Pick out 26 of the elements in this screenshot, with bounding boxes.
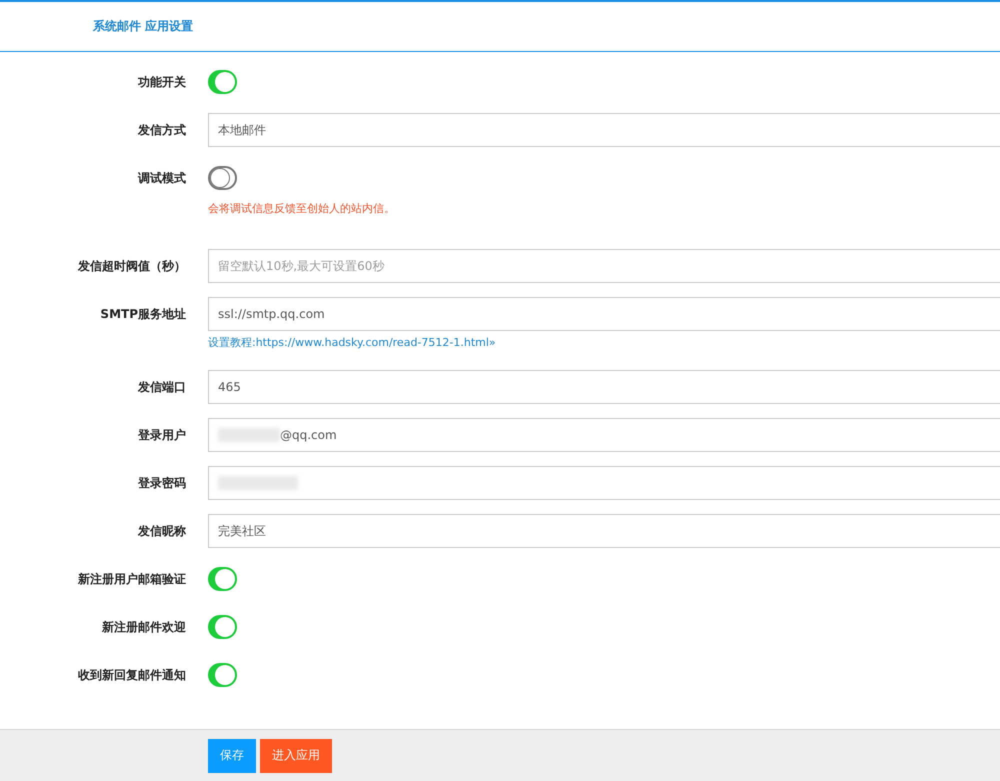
input-field[interactable]: 完美社区 (208, 514, 1000, 548)
field-label: 调试模式 (136, 170, 186, 187)
field-label: 发信昵称 (136, 523, 186, 540)
tutorial-link[interactable]: 设置教程:https://www.hadsky.com/read-7512-1.html» (208, 336, 1000, 350)
toggle-switch[interactable] (208, 567, 237, 591)
input-field[interactable] (208, 466, 1000, 500)
toggle-switch[interactable] (208, 615, 237, 639)
toggle-switch[interactable] (208, 663, 237, 687)
field-label: 发信超时阀值（秒） (76, 258, 186, 275)
field-label: 新注册用户邮箱验证 (77, 571, 186, 588)
toggle-switch[interactable] (208, 70, 237, 94)
field-label: 登录密码 (136, 475, 186, 492)
field-label: 功能开关 (137, 74, 186, 91)
select-field[interactable]: 本地邮件 (208, 113, 1000, 147)
page-title: 系统邮件 应用设置 (93, 18, 194, 35)
field-label: SMTP服务地址 (99, 306, 186, 323)
warning-text: 会将调试信息反馈至创始人的站内信。 (208, 202, 396, 216)
field-label: 登录用户 (136, 427, 186, 444)
input-field[interactable]: @qq.com (208, 418, 1000, 452)
field-label: 收到新回复邮件通知 (77, 667, 186, 684)
field-label: 新注册邮件欢迎 (101, 619, 186, 636)
toggle-switch[interactable] (208, 166, 237, 190)
input-field[interactable]: ssl://smtp.qq.com (208, 297, 1000, 331)
input-field[interactable]: 465 (208, 370, 1000, 404)
field-label: 发信端口 (136, 379, 186, 396)
field-label: 发信方式 (136, 122, 186, 139)
